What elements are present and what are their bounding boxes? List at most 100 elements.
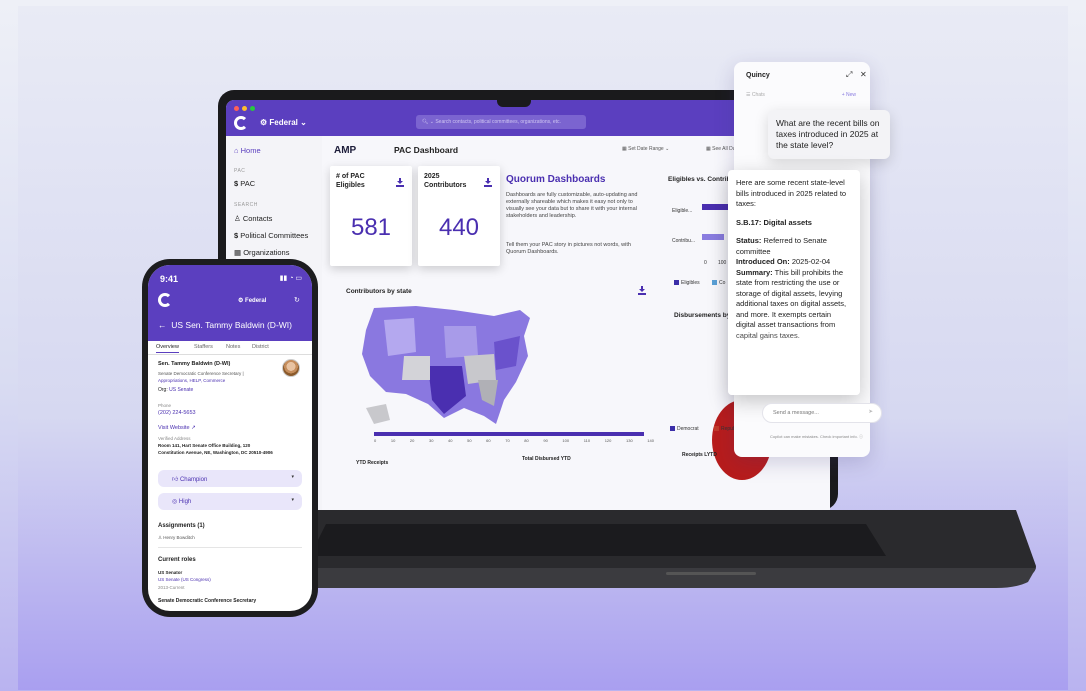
quincy-title: Quincy	[746, 72, 770, 79]
tick-label: 100	[562, 438, 570, 443]
tick-label: 0	[374, 438, 377, 443]
map-download-icon[interactable]	[638, 282, 646, 300]
assistant-answer-bubble: Here are some recent state-level bills i…	[728, 170, 860, 395]
divider	[158, 547, 302, 548]
send-icon[interactable]: ➤	[868, 409, 873, 415]
search-input[interactable]: 🔍︎ ⌄ Search contacts, political committe…	[416, 115, 586, 129]
date-range-button[interactable]: ▦ Set Date Range ⌄	[622, 146, 669, 152]
card-value: 440	[438, 214, 480, 241]
pac-eligibles-card: # of PAC Eligibles 581	[330, 166, 412, 266]
back-arrow-icon[interactable]: ←	[158, 320, 167, 330]
contributors-bar	[702, 234, 724, 240]
contact-role: Senate Democratic Conference Secretary |	[158, 371, 244, 376]
camera-notch	[497, 93, 531, 107]
tick-label: 20	[409, 438, 415, 443]
info-icon[interactable]: ⓘ	[859, 434, 863, 439]
window-controls[interactable]	[234, 106, 255, 111]
total-disbursed-title: Total Disbursed YTD	[522, 456, 571, 462]
answer-intro: Here are some recent state-level bills i…	[736, 178, 847, 208]
message-input[interactable]: Send a message... ➤	[762, 403, 882, 423]
person-icon: ♙	[234, 214, 241, 223]
user-question-bubble: What are the recent bills on taxes intro…	[768, 110, 890, 159]
address-line-1: Room 141, Hart Senate Office Building, 1…	[158, 443, 251, 448]
priority-dropdown[interactable]: ◎ High ▾	[158, 493, 302, 510]
status-time: 9:41	[160, 274, 179, 284]
role-1-org[interactable]: US Senate (US Congress)	[158, 577, 211, 582]
roles-title: Current roles	[158, 557, 196, 563]
receipts-lytd-title: Receipts LYTD	[682, 452, 717, 458]
sidebar-section-pac: PAC	[234, 168, 246, 174]
sidebar-item-pac[interactable]: $ PAC	[234, 179, 255, 188]
chevron-down-icon: ▾	[291, 497, 294, 503]
page-title: PAC Dashboard	[394, 145, 459, 155]
eligibles-chart-title: Eligibles vs. Contrib	[668, 176, 731, 183]
external-link-icon: ↗	[191, 425, 196, 431]
timeline-ticks: 0 10 20 30 40 50 60 70 80 90 100 110 120…	[374, 438, 654, 443]
amp-logo: AMP	[334, 145, 357, 156]
target-icon: ◎	[172, 499, 178, 505]
committees-link[interactable]: Appropriations, HELP, Commerce	[158, 378, 225, 383]
org-switcher[interactable]: ⚙ Federal ⌄	[260, 118, 307, 127]
tab-district[interactable]: District	[252, 344, 269, 350]
contact-name: Sen. Tammy Baldwin (D-WI)	[158, 361, 231, 367]
bill-status: Status: Referred to Senate committee	[736, 236, 827, 256]
chats-button[interactable]: ☰ Chats	[746, 92, 765, 98]
bill-title: S.B.17: Digital assets	[736, 217, 812, 227]
phone-label: Phone	[158, 403, 172, 408]
card-value: 581	[350, 214, 392, 241]
tab-staffers[interactable]: Staffers	[194, 344, 213, 350]
tick-label: 10	[390, 438, 396, 443]
refresh-icon[interactable]: ↻	[294, 296, 300, 304]
sidebar-item-home[interactable]: ⌂ Home	[234, 146, 261, 155]
avatar	[282, 359, 300, 377]
stance-dropdown[interactable]: 👍︎ Champion ▾	[158, 470, 302, 487]
phone-number-link[interactable]: (202) 224-5653	[158, 410, 196, 416]
download-icon[interactable]	[396, 174, 404, 187]
expand-icon[interactable]: ⤢	[846, 70, 852, 80]
sidebar-item-contacts[interactable]: ♙ Contacts	[234, 214, 272, 223]
disclaimer-text: Copilot can make mistakes. Check importa…	[770, 434, 863, 439]
address-label: Verified Address	[158, 436, 191, 441]
tick-label: 140	[647, 438, 654, 443]
building-icon: ▦	[234, 248, 242, 257]
tick-label: 60	[486, 438, 491, 443]
promo-title: Quorum Dashboards	[506, 174, 606, 185]
new-chat-button[interactable]: + New	[842, 92, 856, 98]
year-slider[interactable]	[374, 432, 644, 436]
quorum-logo-icon[interactable]	[158, 293, 172, 307]
tab-notes[interactable]: Notes	[226, 344, 240, 350]
assignments-title: Assignments (1)	[158, 523, 205, 529]
org-line: Org: US Senate	[158, 387, 194, 393]
tab-overview[interactable]: Overview	[156, 344, 179, 353]
visit-website-link[interactable]: Visit Website ↗	[158, 425, 196, 431]
tick-label: 120	[604, 438, 612, 443]
us-states-map[interactable]	[344, 296, 544, 446]
legend-contributors: Co	[712, 280, 725, 286]
profile-title: ← US Sen. Tammy Baldwin (D-WI)	[158, 320, 292, 330]
close-icon[interactable]: ✕	[860, 70, 867, 79]
tick-label: 130	[626, 438, 633, 443]
map-title: Contributors by state	[346, 288, 412, 295]
laptop-base	[216, 510, 1036, 588]
tick-label: 50	[467, 438, 472, 443]
contributors-card: 2025 Contributors 440	[418, 166, 500, 266]
chevron-down-icon: ▾	[291, 474, 294, 480]
sidebar-section-search: SEARCH	[234, 202, 258, 208]
quorum-logo-icon[interactable]	[234, 116, 248, 130]
axis-tick: 100	[718, 260, 727, 266]
tick-label: 40	[448, 438, 453, 443]
download-icon[interactable]	[484, 174, 492, 187]
sidebar-item-organizations[interactable]: ▦ Organizations	[234, 248, 289, 257]
phone-screen: 9:41 ▮▮ ◔ ▭ ⚙ Federal ↻ ← US Sen. Tammy …	[148, 265, 312, 611]
role-1-years: 2013-Current	[158, 585, 185, 590]
card-label: # of PAC Eligibles	[336, 173, 365, 189]
role-2: Senate Democratic Conference Secretary	[158, 598, 257, 604]
role-1: US Senator	[158, 570, 183, 575]
card-label: 2025 Contributors	[424, 173, 467, 189]
sidebar-item-political-committees[interactable]: $ Political Committees	[234, 231, 308, 240]
org-switcher[interactable]: ⚙ Federal	[238, 297, 266, 304]
tick-label: 90	[543, 438, 548, 443]
profile-tabs: Overview Staffers Notes District	[148, 341, 312, 355]
axis-tick: 0	[704, 260, 707, 266]
eligibles-row-label: Eligible...	[672, 208, 693, 214]
